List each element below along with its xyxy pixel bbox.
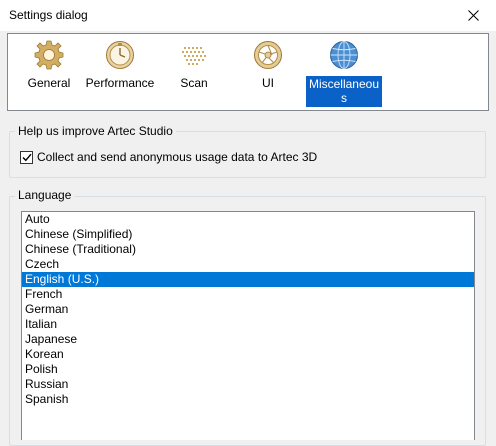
dot-grid-icon bbox=[181, 46, 207, 66]
title-bar: Settings dialog bbox=[0, 0, 496, 31]
checkbox-label: Collect and send anonymous usage data to… bbox=[37, 150, 318, 164]
list-item[interactable]: Russian bbox=[22, 377, 474, 392]
category-miscellaneous[interactable]: Miscellaneous bbox=[302, 39, 386, 107]
list-item[interactable]: French bbox=[22, 287, 474, 302]
list-item[interactable]: Auto bbox=[22, 212, 474, 227]
close-button[interactable] bbox=[450, 0, 496, 31]
category-toolbar: General Performance Scan UI Miscellaneou… bbox=[7, 33, 489, 111]
list-item[interactable]: German bbox=[22, 302, 474, 317]
list-item[interactable]: Italian bbox=[22, 317, 474, 332]
category-label: Miscellaneous bbox=[306, 76, 382, 107]
category-label: UI bbox=[262, 76, 274, 90]
close-icon bbox=[467, 10, 479, 21]
stopwatch-icon bbox=[106, 41, 134, 69]
category-scan[interactable]: Scan bbox=[152, 39, 236, 105]
category-performance[interactable]: Performance bbox=[78, 39, 162, 105]
language-list[interactable]: Auto Chinese (Simplified) Chinese (Tradi… bbox=[21, 211, 475, 440]
improve-group-title: Help us improve Artec Studio bbox=[15, 124, 176, 138]
list-item[interactable]: Korean bbox=[22, 347, 474, 362]
gear-icon bbox=[34, 40, 64, 70]
checkbox-box[interactable] bbox=[20, 150, 33, 164]
category-ui[interactable]: UI bbox=[226, 39, 310, 105]
list-item[interactable]: Czech bbox=[22, 257, 474, 272]
aperture-icon bbox=[254, 41, 282, 69]
list-item[interactable]: Chinese (Simplified) bbox=[22, 227, 474, 242]
window-title: Settings dialog bbox=[9, 8, 88, 22]
usage-data-checkbox[interactable]: Collect and send anonymous usage data to… bbox=[20, 150, 317, 164]
category-label: Scan bbox=[180, 76, 208, 90]
list-item[interactable]: Japanese bbox=[22, 332, 474, 347]
language-group-title: Language bbox=[15, 188, 75, 202]
list-item[interactable]: Spanish bbox=[22, 392, 474, 407]
list-item[interactable]: Polish bbox=[22, 362, 474, 377]
category-label: Performance bbox=[85, 76, 155, 90]
checkmark-icon bbox=[22, 153, 32, 161]
list-item[interactable]: Chinese (Traditional) bbox=[22, 242, 474, 257]
globe-icon bbox=[330, 41, 358, 69]
list-item-selected[interactable]: English (U.S.) bbox=[22, 272, 474, 287]
